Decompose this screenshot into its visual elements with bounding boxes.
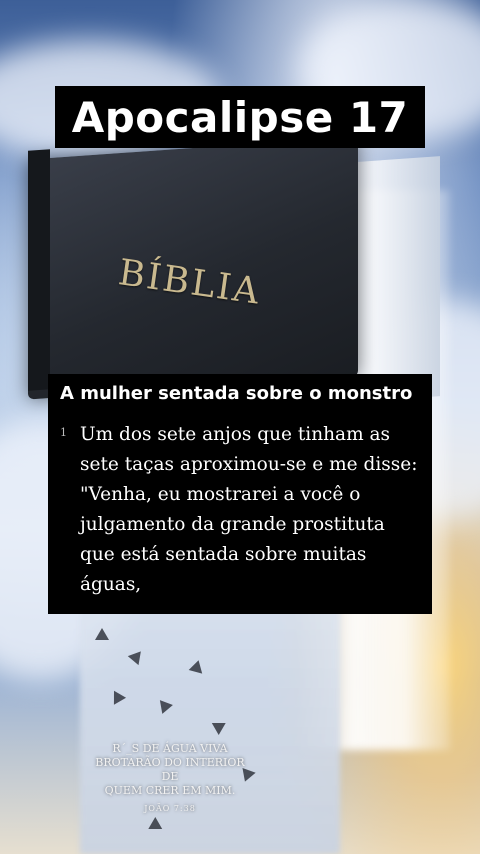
caption-line: BROTARÃO DO INTERIOR DE <box>95 756 245 783</box>
passage-subtitle: A mulher sentada sobre o monstro <box>60 383 413 404</box>
caption-line: R´_S DE ÁGUA VIVA <box>112 742 228 755</box>
background-caption: R´_S DE ÁGUA VIVA BROTARÃO DO INTERIOR D… <box>95 742 245 816</box>
title-box: Apocalipse 17 <box>55 86 425 148</box>
shard <box>159 698 175 714</box>
caption-line: QUEM CRER EM MIM. <box>104 784 236 797</box>
shard <box>95 628 109 640</box>
passage-box: A mulher sentada sobre o monstro 1 Um do… <box>48 374 432 614</box>
verse-text: Um dos sete anjos que tinham as sete taç… <box>80 424 418 595</box>
caption-reference: JOÃO 7:38 <box>144 804 196 813</box>
page-title: Apocalipse 17 <box>71 92 409 142</box>
verse: 1 Um dos sete anjos que tinham as sete t… <box>60 420 422 600</box>
verse-number: 1 <box>60 426 67 439</box>
bible-spine <box>28 149 50 391</box>
